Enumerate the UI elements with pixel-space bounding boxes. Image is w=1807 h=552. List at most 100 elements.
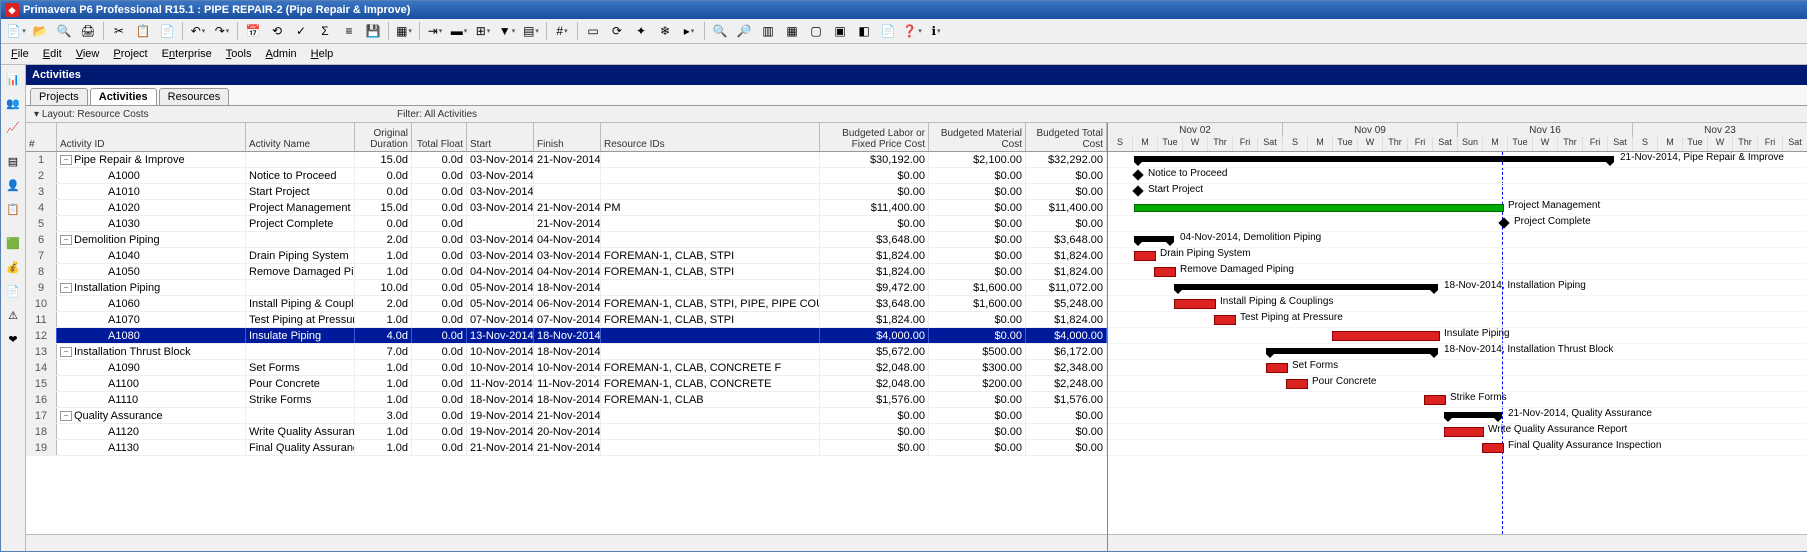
menu-project[interactable]: Project xyxy=(107,46,153,62)
cut-button[interactable]: ✂ xyxy=(108,20,130,42)
collapse-icon[interactable]: − xyxy=(60,283,72,293)
store-button[interactable]: 💾 xyxy=(362,20,384,42)
milestone-icon[interactable] xyxy=(1498,217,1509,228)
gantt-legends-button[interactable]: ▭ xyxy=(582,20,604,42)
menu-help[interactable]: Help xyxy=(305,46,340,62)
activity-row[interactable]: 9−Installation Piping10.0d0.0d05-Nov-201… xyxy=(26,280,1107,296)
col-bmat[interactable]: Budgeted Material Cost xyxy=(929,123,1026,151)
col-res[interactable]: Resource IDs xyxy=(601,123,820,151)
filter-name[interactable]: Filter: All Activities xyxy=(369,109,1807,120)
activity-row[interactable]: 4A1020Project Management15.0d0.0d03-Nov-… xyxy=(26,200,1107,216)
summary-bar[interactable] xyxy=(1134,156,1614,162)
col-float[interactable]: Total Float xyxy=(412,123,467,151)
zoom-out-button[interactable]: 🔎 xyxy=(733,20,755,42)
rail-thresholds-icon[interactable]: 📄 xyxy=(3,281,23,301)
reflect-button[interactable]: ⟲ xyxy=(266,20,288,42)
doc-button[interactable]: 📄 xyxy=(877,20,899,42)
activity-row[interactable]: 13−Installation Thrust Block7.0d0.0d10-N… xyxy=(26,344,1107,360)
activity-row[interactable]: 19A1130Final Quality Assurance1.0d0.0d21… xyxy=(26,440,1107,456)
milestone-icon[interactable] xyxy=(1132,169,1143,180)
activity-row[interactable]: 11A1070Test Piping at Pressure1.0d0.0d07… xyxy=(26,312,1107,328)
expand-button[interactable]: ▢ xyxy=(805,20,827,42)
progress-button[interactable]: # xyxy=(551,20,573,42)
gantt-row[interactable]: Project Management xyxy=(1108,200,1807,216)
gantt-scrollbar[interactable] xyxy=(1108,534,1807,551)
gantt-row[interactable]: Pour Concrete xyxy=(1108,376,1807,392)
rail-resources-icon[interactable]: 👥 xyxy=(3,93,23,113)
collapse-icon[interactable]: − xyxy=(60,347,72,357)
tab-activities[interactable]: Activities xyxy=(90,88,157,105)
gantt-row[interactable]: Project Complete xyxy=(1108,216,1807,232)
task-bar[interactable] xyxy=(1444,427,1484,437)
gantt-row[interactable]: Final Quality Assurance Inspection xyxy=(1108,440,1807,456)
col-start[interactable]: Start xyxy=(467,123,534,151)
task-bar[interactable] xyxy=(1134,251,1156,261)
tab-projects[interactable]: Projects xyxy=(30,88,88,105)
gantt-row[interactable]: Drain Piping System xyxy=(1108,248,1807,264)
activity-row[interactable]: 10A1060Install Piping & Coupling2.0d0.0d… xyxy=(26,296,1107,312)
gantt-row[interactable]: Insulate Piping xyxy=(1108,328,1807,344)
layout-name[interactable]: ▾ Layout: Resource Costs xyxy=(26,109,369,120)
summary-bar[interactable] xyxy=(1174,284,1438,290)
col-num[interactable]: # xyxy=(26,123,57,151)
collapse-icon[interactable]: − xyxy=(60,155,72,165)
activity-row[interactable]: 5A1030Project Complete0.0d0.0d21-Nov-201… xyxy=(26,216,1107,232)
rail-reports-icon[interactable]: 📈 xyxy=(3,117,23,137)
activity-row[interactable]: 16A1110Strike Forms1.0d0.0d18-Nov-201418… xyxy=(26,392,1107,408)
new-button[interactable]: 📄 xyxy=(5,20,27,42)
undo-button[interactable]: ↶ xyxy=(187,20,209,42)
help-button[interactable]: ❓ xyxy=(901,20,923,42)
activity-row[interactable]: 14A1090Set Forms1.0d0.0d10-Nov-201410-No… xyxy=(26,360,1107,376)
group-button[interactable]: ⊞ xyxy=(472,20,494,42)
gantt-button[interactable]: ▬ xyxy=(448,20,470,42)
col-name[interactable]: Activity Name xyxy=(246,123,355,151)
rail-issues-icon[interactable]: ⚠ xyxy=(3,305,23,325)
title-bar[interactable]: ◆ Primavera P6 Professional R15.1 : PIPE… xyxy=(1,1,1807,19)
gantt-row[interactable]: Notice to Proceed xyxy=(1108,168,1807,184)
gantt-row[interactable]: 21-Nov-2014, Pipe Repair & Improve xyxy=(1108,152,1807,168)
summarize-button[interactable]: Σ xyxy=(314,20,336,42)
menu-file[interactable]: File xyxy=(5,46,35,62)
activity-row[interactable]: 7A1040Drain Piping System1.0d0.0d03-Nov-… xyxy=(26,248,1107,264)
activity-row[interactable]: 3A1010Start Project0.0d0.0d03-Nov-2014$0… xyxy=(26,184,1107,200)
spotlight2-button[interactable]: ❄ xyxy=(654,20,676,42)
copy-button[interactable]: 📋 xyxy=(132,20,154,42)
collapse-button[interactable]: ▣ xyxy=(829,20,851,42)
col-dur[interactable]: Original Duration xyxy=(355,123,412,151)
more-button[interactable]: ▸ xyxy=(678,20,700,42)
rail-wps-icon[interactable]: 🟩 xyxy=(3,233,23,253)
menu-tools[interactable]: Tools xyxy=(220,46,258,62)
print-preview-button[interactable]: 🔍 xyxy=(53,20,75,42)
gantt-row[interactable]: Remove Damaged Piping xyxy=(1108,264,1807,280)
task-bar[interactable] xyxy=(1154,267,1176,277)
about-button[interactable]: ℹ xyxy=(925,20,947,42)
menu-view[interactable]: View xyxy=(70,46,106,62)
tab-resources[interactable]: Resources xyxy=(159,88,230,105)
gantt-row[interactable]: 18-Nov-2014, Installation Thrust Block xyxy=(1108,344,1807,360)
task-bar[interactable] xyxy=(1424,395,1446,405)
task-bar[interactable] xyxy=(1266,363,1288,373)
rail-assignments-icon[interactable]: 📋 xyxy=(3,199,23,219)
open-button[interactable]: 📂 xyxy=(29,20,51,42)
grid-scrollbar[interactable] xyxy=(26,534,1107,551)
milestone-icon[interactable] xyxy=(1132,185,1143,196)
activity-row[interactable]: 8A1050Remove Damaged Pipir1.0d0.0d04-Nov… xyxy=(26,264,1107,280)
zoom-in-button[interactable]: 🔍 xyxy=(709,20,731,42)
level-button[interactable]: ≡ xyxy=(338,20,360,42)
task-bar[interactable] xyxy=(1214,315,1236,325)
rail-activities-icon[interactable]: 👤 xyxy=(3,175,23,195)
gantt-rows[interactable]: 21-Nov-2014, Pipe Repair & ImproveNotice… xyxy=(1108,152,1807,534)
activity-row[interactable]: 6−Demolition Piping2.0d0.0d03-Nov-201404… xyxy=(26,232,1107,248)
task-bar[interactable] xyxy=(1482,443,1504,453)
gantt-row[interactable]: Start Project xyxy=(1108,184,1807,200)
gantt-row[interactable]: Test Piping at Pressure xyxy=(1108,312,1807,328)
gantt-row[interactable]: Strike Forms xyxy=(1108,392,1807,408)
col-btot[interactable]: Budgeted Total Cost xyxy=(1026,123,1107,151)
menu-enterprise[interactable]: Enterprise xyxy=(156,46,218,62)
gantt-row[interactable]: Write Quality Assurance Report xyxy=(1108,424,1807,440)
activity-row[interactable]: 1−Pipe Repair & Improve15.0d0.0d03-Nov-2… xyxy=(26,152,1107,168)
activity-row[interactable]: 15A1100Pour Concrete1.0d0.0d11-Nov-20141… xyxy=(26,376,1107,392)
rail-risks-icon[interactable]: ❤ xyxy=(3,329,23,349)
summary-bar[interactable] xyxy=(1266,348,1438,354)
columns-button[interactable]: ▥ xyxy=(757,20,779,42)
